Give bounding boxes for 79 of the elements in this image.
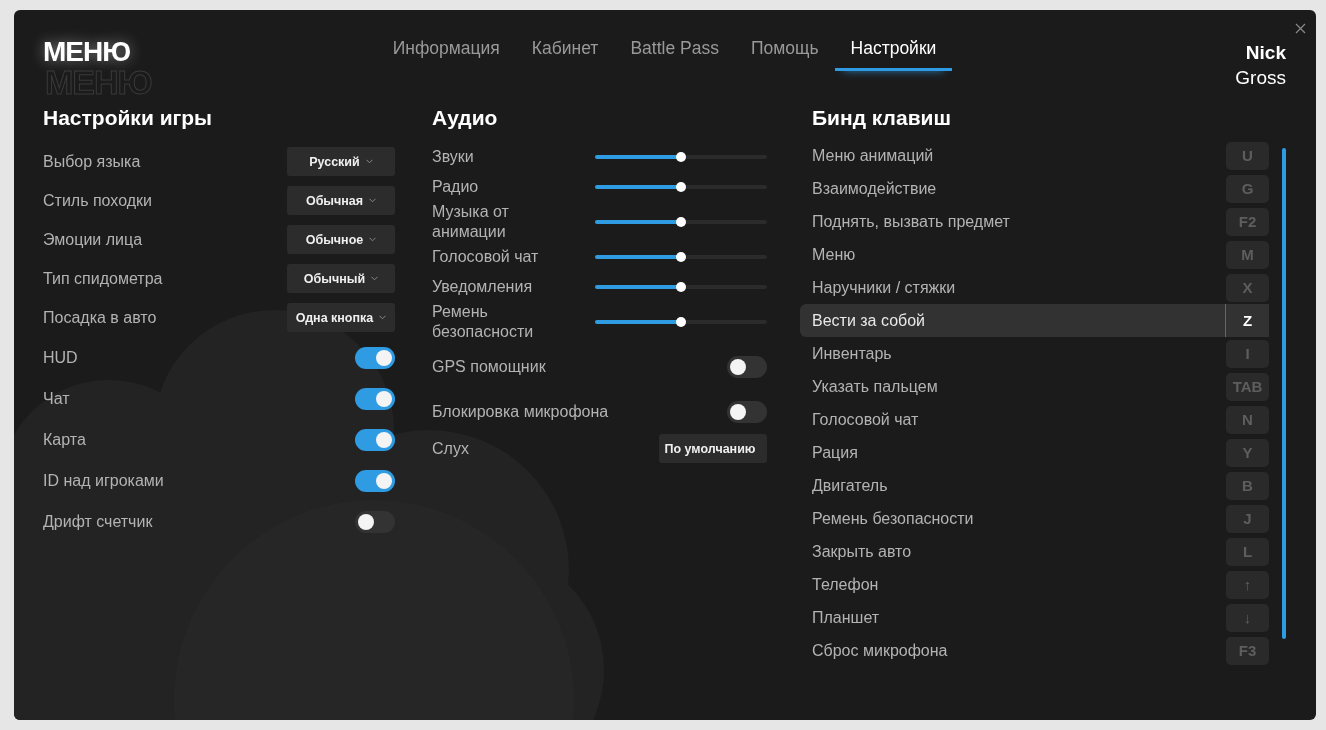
setting-label: Блокировка микрофона bbox=[432, 402, 609, 421]
toggle-switch[interactable] bbox=[727, 355, 767, 378]
user-first-name: Nick bbox=[1244, 41, 1286, 65]
nav-tab[interactable]: Информация bbox=[376, 38, 516, 71]
section-heading: Настройки игры bbox=[43, 106, 214, 130]
keybind-label: Вести за собой bbox=[812, 311, 926, 330]
setting-label: HUD bbox=[43, 348, 78, 367]
keybind-row[interactable]: Вести за собой Z bbox=[800, 304, 1269, 337]
keybind-label: Инвентарь bbox=[812, 344, 892, 363]
nav-tab[interactable]: Battle Pass bbox=[614, 38, 735, 71]
keybind-label: Ремень безопасности bbox=[812, 509, 974, 528]
nav-tab[interactable]: Помощь bbox=[734, 38, 835, 71]
toggle-switch[interactable] bbox=[355, 346, 395, 369]
setting-label: Посадка в авто bbox=[43, 308, 157, 327]
toggle-switch[interactable] bbox=[355, 387, 395, 410]
slider[interactable] bbox=[595, 216, 767, 228]
scrollbar[interactable] bbox=[1282, 148, 1286, 639]
chevron-down-icon bbox=[371, 276, 379, 281]
setting-label: ID над игроками bbox=[43, 471, 164, 490]
keybind-label: Взаимодействие bbox=[812, 179, 937, 198]
keybind-label: Указать пальцем bbox=[812, 377, 938, 396]
slider[interactable] bbox=[595, 181, 767, 193]
toggle-switch[interactable] bbox=[727, 400, 767, 423]
dropdown[interactable]: Обычный bbox=[287, 264, 395, 293]
setting-label: GPS помощник bbox=[432, 357, 546, 376]
keybind-label: Поднять, вызвать предмет bbox=[812, 212, 1010, 231]
slider-thumb[interactable] bbox=[676, 182, 686, 192]
setting-label: Слух bbox=[432, 439, 469, 458]
user-last-name: Gross bbox=[1235, 66, 1286, 90]
slider-thumb[interactable] bbox=[676, 152, 686, 162]
dropdown[interactable]: Русский bbox=[287, 147, 395, 176]
chevron-down-icon bbox=[365, 159, 373, 164]
keybind-label: Меню bbox=[812, 245, 856, 264]
menu-title: МЕНЮ bbox=[43, 38, 131, 66]
keybind-label: Планшет bbox=[812, 608, 880, 627]
slider-thumb[interactable] bbox=[676, 317, 686, 327]
keybind-label: Сброс микрофона bbox=[812, 641, 948, 660]
keybind-label: Наручники / стяжки bbox=[812, 278, 956, 297]
keybind-label: Двигатель bbox=[812, 476, 888, 495]
keybind-label: Рация bbox=[812, 443, 858, 462]
chevron-down-icon bbox=[369, 237, 377, 242]
setting-label: Уведомления bbox=[432, 277, 534, 297]
setting-label: Звуки bbox=[432, 147, 475, 167]
setting-label: Дрифт счетчик bbox=[43, 512, 153, 531]
dropdown[interactable]: Одна кнопка bbox=[287, 303, 395, 332]
slider[interactable] bbox=[595, 281, 767, 293]
setting-label: Стиль походки bbox=[43, 191, 152, 210]
slider[interactable] bbox=[595, 316, 767, 328]
keybind-row[interactable]: Телефон ↑ bbox=[800, 568, 1269, 601]
slider-thumb[interactable] bbox=[676, 282, 686, 292]
setting-label: Карта bbox=[43, 430, 86, 449]
dropdown[interactable]: Обычное bbox=[287, 225, 395, 254]
setting-label: Выбор языка bbox=[43, 152, 141, 171]
keybind-label: Телефон bbox=[812, 575, 879, 594]
setting-label: Тип спидометра bbox=[43, 269, 163, 288]
close-icon[interactable] bbox=[1295, 23, 1306, 34]
slider-thumb[interactable] bbox=[676, 252, 686, 262]
chevron-down-icon bbox=[379, 315, 387, 320]
setting-label: Радио bbox=[432, 177, 480, 197]
dropdown[interactable]: Обычная bbox=[287, 186, 395, 215]
keybind-label: Голосовой чат bbox=[812, 410, 919, 429]
setting-label: Эмоции лица bbox=[43, 230, 143, 249]
chevron-down-icon bbox=[369, 198, 377, 203]
slider[interactable] bbox=[595, 151, 767, 163]
section-heading: Аудио bbox=[432, 106, 499, 130]
setting-label: Голосовой чат bbox=[432, 247, 540, 267]
keybind-label: Закрыть авто bbox=[812, 542, 912, 561]
slider[interactable] bbox=[595, 251, 767, 263]
dropdown[interactable]: По умолчанию bbox=[659, 434, 767, 463]
setting-label: Ремень безопасности bbox=[432, 302, 535, 342]
nav-tab[interactable]: Настройки bbox=[834, 38, 953, 71]
keybind-label: Меню анимаций bbox=[812, 146, 934, 165]
setting-label: Чат bbox=[43, 389, 70, 408]
key-cap[interactable]: Z bbox=[1225, 304, 1269, 337]
slider-thumb[interactable] bbox=[676, 217, 686, 227]
setting-label: Музыка от анимации bbox=[432, 202, 510, 242]
nav-tab[interactable]: Кабинет bbox=[515, 38, 615, 71]
keybind-row[interactable]: Планшет ↓ bbox=[800, 601, 1269, 634]
section-heading: Бинд клавиш bbox=[812, 106, 952, 130]
